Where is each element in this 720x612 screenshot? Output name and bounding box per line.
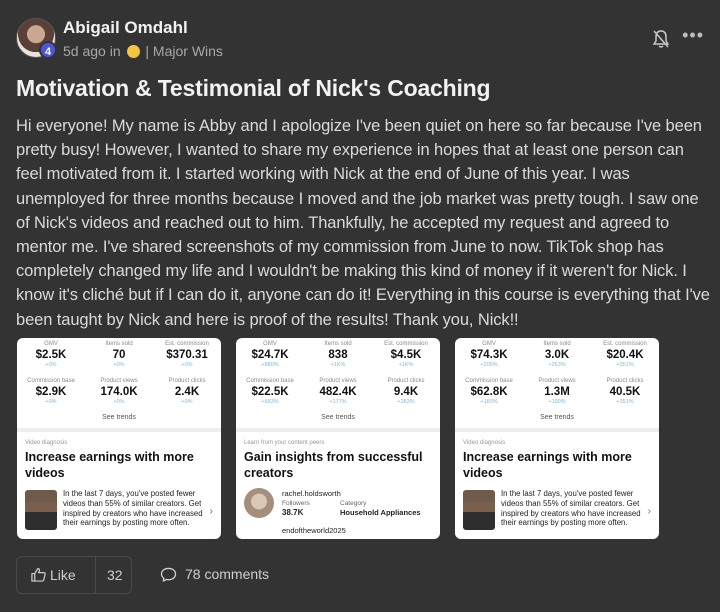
divider [236,428,440,432]
creator-thumbnail [25,490,57,530]
level-badge: 4 [39,41,57,59]
section-tag: Video diagnosis [463,440,506,446]
like-button[interactable]: Like [31,567,76,583]
description: In the last 7 days, you've posted fewer … [63,489,203,528]
peer-avatar [244,488,274,518]
smiley-emoji-icon [126,45,140,58]
post-header: 4 Abigail Omdahl 5d ago in | Major Wins … [16,16,704,60]
category-link[interactable]: Major Wins [153,43,223,59]
headline: Increase earnings with more videos [25,450,194,480]
comments-label: 78 comments [185,566,270,582]
stat-cell: Product views 482.4K +177% [319,378,357,405]
stats-grid: GMV $2.5K +0% Items sold 70 +0% Est. commiss… [17,338,221,424]
screenshot-image[interactable]: GMV $24.7K +880% Items sold 838 +1K% Est. co… [236,338,440,539]
post-time: 5d ago in [63,43,121,59]
stat-cell: Product views 1.3M +199% [538,378,576,405]
divider [95,557,96,593]
screenshot-image[interactable]: GMV $2.5K +0% Items sold 70 +0% Est. commiss… [17,338,221,539]
like-group: Like 32 [16,556,132,594]
author-name[interactable]: Abigail Omdahl [63,18,188,38]
stat-cell: Commission base $22.5K +683% [246,378,294,405]
headline: Gain insights from successful creators [244,450,423,480]
stat-cell: Product clicks 40.5K +351% [606,378,644,405]
chevron-right-icon: › [647,506,651,517]
stat-cell: Items sold 838 +1K% [324,341,352,368]
stat-cell: Items sold 3.0K +263% [543,341,571,368]
comment-icon [160,567,177,582]
stat-cell: GMV $74.3K +205% [470,341,508,368]
description: In the last 7 days, you've posted fewer … [501,489,641,528]
peer-name: rachel.holdsworth [282,489,341,498]
followers-label: Followers [282,500,310,507]
see-trends: See trends [321,414,355,421]
stats-grid: GMV $74.3K +205% Items sold 3.0K +263% Est. … [455,338,659,424]
meta-separator: | [145,43,150,59]
divider [455,428,659,432]
category-value: Household Appliances [340,508,421,517]
stat-cell: GMV $24.7K +880% [251,341,289,368]
screenshot-image[interactable]: GMV $74.3K +205% Items sold 3.0K +263% Est. … [455,338,659,539]
followers-value: 38.7K [282,508,304,517]
like-label: Like [50,567,76,583]
section-tag: Video diagnosis [25,440,68,446]
thumbs-up-icon [31,568,46,582]
divider [17,428,221,432]
section-tag: Learn from your content peers [244,440,325,446]
more-horizontal-icon[interactable]: ••• [682,25,704,46]
post-meta: 5d ago in | Major Wins [63,43,223,59]
stat-cell: GMV $2.5K +0% [35,341,67,368]
stat-cell: Product clicks 2.4K +0% [168,378,206,405]
stat-cell: Est. commission $370.31 +0% [165,341,209,368]
post-title: Motivation & Testimonial of Nick's Coach… [16,75,491,101]
bell-off-icon[interactable] [652,29,670,49]
like-count[interactable]: 32 [107,567,123,583]
see-trends: See trends [540,414,574,421]
post-body: Hi everyone! My name is Abby and I apolo… [16,117,710,329]
category-label: Category [340,500,367,507]
headline: Increase earnings with more videos [463,450,632,480]
see-trends: See trends [102,414,136,421]
stat-cell: Est. commission $20.4K +351% [603,341,647,368]
stat-cell: Est. commission $4.5K +1K% [384,341,428,368]
chevron-right-icon: › [209,506,213,517]
stats-grid: GMV $24.7K +880% Items sold 838 +1K% Est. co… [236,338,440,424]
stat-cell: Product views 174.0K +0% [100,378,138,405]
stat-cell: Product clicks 9.4K +283% [387,378,425,405]
comments-button[interactable]: 78 comments [160,566,269,582]
peer-name-2: endoftheworld2025 [282,526,346,535]
stat-cell: Commission base $62.8K +183% [465,378,513,405]
stat-cell: Items sold 70 +0% [105,341,133,368]
stat-cell: Commission base $2.9K +0% [27,378,75,405]
creator-thumbnail [463,490,495,530]
